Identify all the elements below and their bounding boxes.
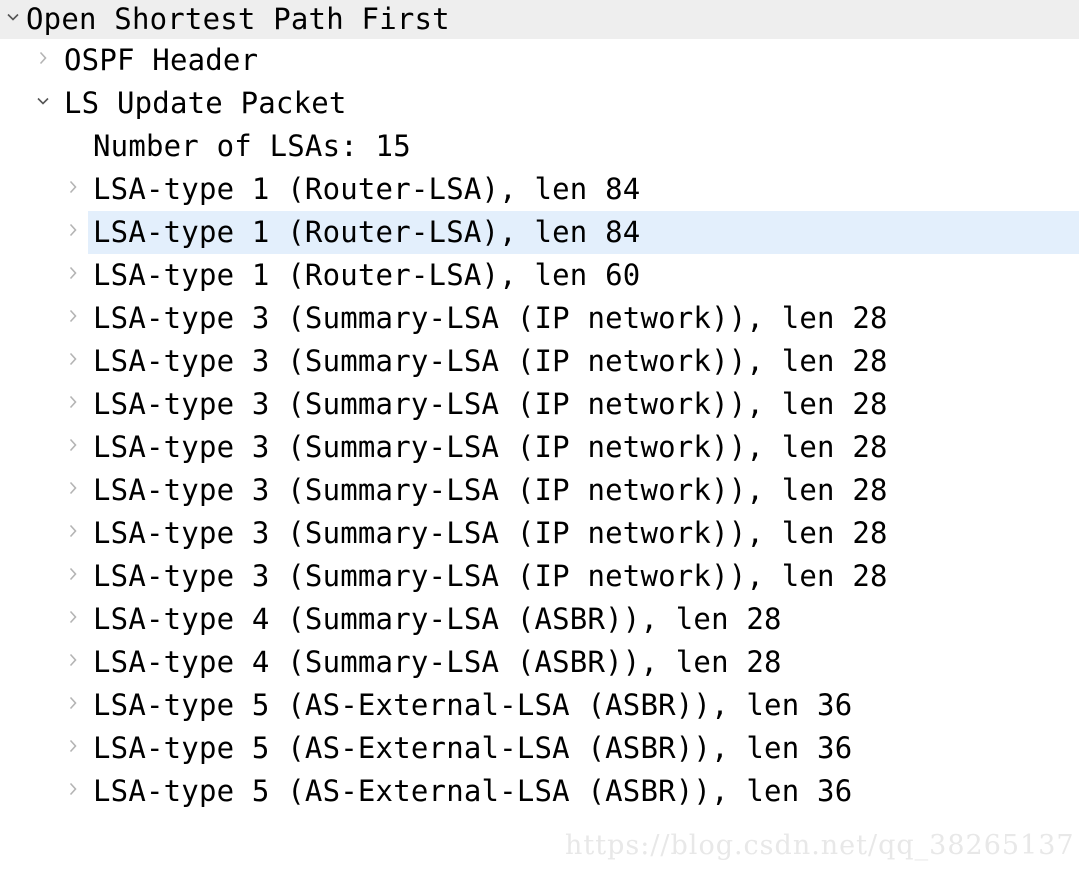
chevron-right-icon[interactable] — [62, 308, 84, 324]
tree-row-label: LSA-type 1 (Router-LSA), len 60 — [93, 258, 641, 292]
tree-row-label: Number of LSAs: 15 — [93, 129, 411, 163]
tree-row-label: LSA-type 3 (Summary-LSA (IP network)), l… — [93, 473, 888, 507]
tree-row[interactable]: OSPF Header — [0, 39, 1079, 82]
tree-row[interactable]: LSA-type 3 (Summary-LSA (IP network)), l… — [0, 297, 1079, 340]
protocol-detail-tree: Open Shortest Path First OSPF Header LS Up… — [0, 0, 1079, 813]
chevron-down-icon[interactable] — [32, 93, 54, 109]
chevron-down-icon[interactable] — [2, 9, 24, 25]
tree-row-label: LSA-type 5 (AS-External-LSA (ASBR)), len… — [93, 688, 853, 722]
tree-row[interactable]: Number of LSAs: 15 — [0, 125, 1079, 168]
tree-row[interactable]: LSA-type 3 (Summary-LSA (IP network)), l… — [0, 383, 1079, 426]
tree-row-label: LSA-type 3 (Summary-LSA (IP network)), l… — [93, 344, 888, 378]
watermark-text: https://blog.csdn.net/qq_38265137 — [565, 830, 1075, 861]
chevron-right-icon[interactable] — [32, 50, 54, 66]
tree-row[interactable]: LSA-type 1 (Router-LSA), len 60 — [0, 254, 1079, 297]
chevron-right-icon[interactable] — [62, 394, 84, 410]
tree-row[interactable]: LSA-type 1 (Router-LSA), len 84 — [0, 168, 1079, 211]
chevron-right-icon[interactable] — [62, 695, 84, 711]
tree-row-label: LS Update Packet — [64, 86, 347, 120]
chevron-right-icon[interactable] — [62, 523, 84, 539]
chevron-right-icon[interactable] — [62, 652, 84, 668]
tree-row[interactable]: Open Shortest Path First — [0, 0, 1079, 39]
tree-row[interactable]: LSA-type 1 (Router-LSA), len 84 — [0, 211, 1079, 254]
tree-row-label: LSA-type 3 (Summary-LSA (IP network)), l… — [93, 516, 888, 550]
chevron-right-icon[interactable] — [62, 351, 84, 367]
tree-row[interactable]: LSA-type 3 (Summary-LSA (IP network)), l… — [0, 469, 1079, 512]
chevron-right-icon[interactable] — [62, 609, 84, 625]
chevron-right-icon[interactable] — [62, 222, 84, 238]
chevron-right-icon[interactable] — [62, 265, 84, 281]
tree-row-label: LSA-type 3 (Summary-LSA (IP network)), l… — [93, 430, 888, 464]
chevron-right-icon[interactable] — [62, 566, 84, 582]
tree-row-label: LSA-type 5 (AS-External-LSA (ASBR)), len… — [93, 774, 853, 808]
tree-row[interactable]: LSA-type 5 (AS-External-LSA (ASBR)), len… — [0, 770, 1079, 813]
tree-row-label: LSA-type 3 (Summary-LSA (IP network)), l… — [93, 301, 888, 335]
tree-row[interactable]: LS Update Packet — [0, 82, 1079, 125]
tree-row[interactable]: LSA-type 3 (Summary-LSA (IP network)), l… — [0, 555, 1079, 598]
tree-row-label: LSA-type 4 (Summary-LSA (ASBR)), len 28 — [93, 602, 782, 636]
tree-row-label: LSA-type 3 (Summary-LSA (IP network)), l… — [93, 559, 888, 593]
chevron-right-icon[interactable] — [62, 480, 84, 496]
tree-row[interactable]: LSA-type 3 (Summary-LSA (IP network)), l… — [0, 426, 1079, 469]
tree-row-label: OSPF Header — [64, 43, 259, 77]
tree-row[interactable]: LSA-type 4 (Summary-LSA (ASBR)), len 28 — [0, 641, 1079, 684]
tree-row[interactable]: LSA-type 3 (Summary-LSA (IP network)), l… — [0, 340, 1079, 383]
chevron-right-icon[interactable] — [62, 179, 84, 195]
tree-row-label: LSA-type 4 (Summary-LSA (ASBR)), len 28 — [93, 645, 782, 679]
tree-row-label: LSA-type 1 (Router-LSA), len 84 — [93, 172, 641, 206]
tree-row-label: LSA-type 3 (Summary-LSA (IP network)), l… — [93, 387, 888, 421]
tree-row[interactable]: LSA-type 3 (Summary-LSA (IP network)), l… — [0, 512, 1079, 555]
tree-row-label: LSA-type 5 (AS-External-LSA (ASBR)), len… — [93, 731, 853, 765]
tree-row-label: Open Shortest Path First — [26, 2, 450, 36]
chevron-right-icon[interactable] — [62, 437, 84, 453]
tree-row-label: LSA-type 1 (Router-LSA), len 84 — [93, 215, 641, 249]
tree-row[interactable]: LSA-type 5 (AS-External-LSA (ASBR)), len… — [0, 684, 1079, 727]
chevron-right-icon[interactable] — [62, 781, 84, 797]
tree-row[interactable]: LSA-type 4 (Summary-LSA (ASBR)), len 28 — [0, 598, 1079, 641]
chevron-right-icon[interactable] — [62, 738, 84, 754]
tree-row[interactable]: LSA-type 5 (AS-External-LSA (ASBR)), len… — [0, 727, 1079, 770]
